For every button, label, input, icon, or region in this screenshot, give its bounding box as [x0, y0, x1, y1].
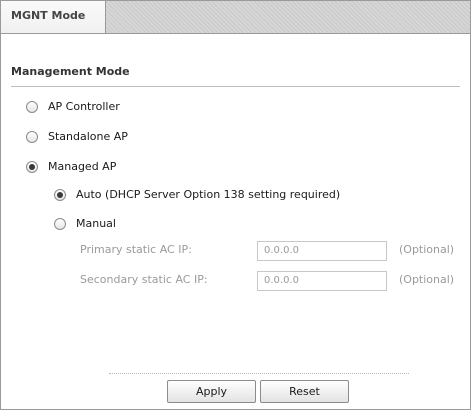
radio-manual[interactable]	[54, 217, 66, 230]
apply-button[interactable]: Apply	[167, 380, 256, 403]
mode-option-managed-ap[interactable]: Managed AP	[26, 160, 116, 173]
mgnt-mode-panel: MGNT Mode Management Mode AP Controller …	[0, 0, 471, 410]
radio-auto-label: Auto (DHCP Server Option 138 setting req…	[76, 188, 341, 201]
radio-auto[interactable]	[54, 188, 66, 201]
section-title: Management Mode	[11, 65, 130, 78]
secondary-ac-ip-label: Secondary static AC IP:	[80, 273, 208, 286]
secondary-ac-ip-input[interactable]: 0.0.0.0	[257, 271, 387, 291]
radio-ap-controller-label: AP Controller	[48, 100, 120, 113]
reset-button[interactable]: Reset	[260, 380, 349, 403]
radio-ap-controller[interactable]	[26, 100, 38, 113]
tab-bar: MGNT Mode	[1, 1, 470, 34]
mode-option-ap-controller[interactable]: AP Controller	[26, 100, 120, 113]
radio-managed-ap[interactable]	[26, 160, 38, 173]
primary-ac-ip-input[interactable]: 0.0.0.0	[257, 241, 387, 261]
radio-standalone-ap-label: Standalone AP	[48, 130, 128, 143]
primary-ac-ip-label: Primary static AC IP:	[80, 243, 192, 256]
managed-option-auto[interactable]: Auto (DHCP Server Option 138 setting req…	[54, 188, 340, 201]
radio-managed-ap-label: Managed AP	[48, 160, 117, 173]
button-divider	[109, 373, 409, 374]
secondary-optional-note: (Optional)	[399, 273, 455, 286]
section-divider	[11, 86, 460, 87]
radio-standalone-ap[interactable]	[26, 130, 38, 143]
managed-option-manual[interactable]: Manual	[54, 217, 116, 230]
tab-mgnt-mode[interactable]: MGNT Mode	[1, 1, 106, 33]
mode-option-standalone-ap[interactable]: Standalone AP	[26, 130, 128, 143]
primary-optional-note: (Optional)	[399, 243, 455, 256]
radio-manual-label: Manual	[76, 217, 116, 230]
